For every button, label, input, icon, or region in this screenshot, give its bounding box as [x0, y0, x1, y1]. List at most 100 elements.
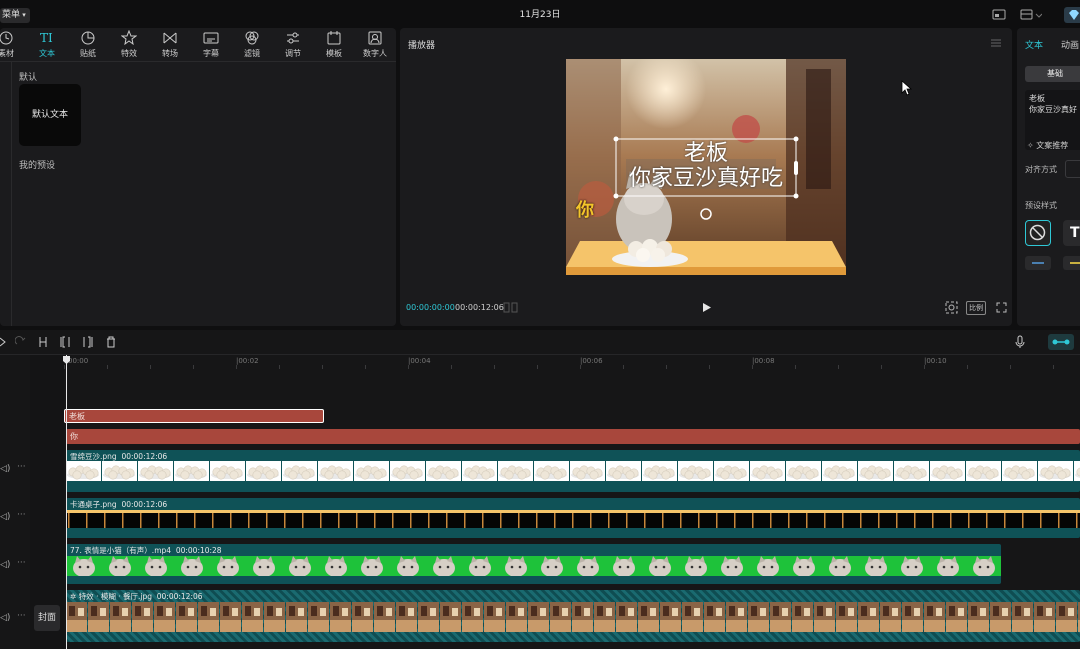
thumbnail [264, 602, 285, 632]
toolbar-item-template[interactable]: 模板 [314, 30, 354, 59]
preset-style-4[interactable] [1063, 256, 1080, 270]
delete-icon[interactable] [105, 336, 117, 348]
toolbar-item-transition[interactable]: 转场 [150, 30, 190, 59]
toolbar-item-adjust[interactable]: 调节 [273, 30, 313, 59]
audio-icon[interactable]: ◁) [0, 512, 10, 522]
toolbar-label: 文本 [39, 49, 55, 58]
vip-badge[interactable] [1064, 7, 1080, 23]
thumbnail [88, 602, 109, 632]
time-ruler[interactable]: 00:00 |00:02 |00:04 |00:06 |00:08 |00:10 [64, 355, 1080, 369]
thumbnail [748, 602, 769, 632]
snapshot-icon[interactable] [945, 301, 958, 314]
audio-icon[interactable]: ◁) [0, 560, 10, 570]
default-text-card[interactable]: 默认文本 [19, 84, 81, 146]
ruler-tick [64, 365, 65, 369]
thumbnail [814, 602, 835, 632]
thumbnail [194, 513, 196, 528]
thumbnail [374, 602, 395, 632]
sticker-icon [81, 31, 95, 45]
ruler-tick [193, 365, 194, 369]
menu-button[interactable]: 菜单 ▾ [0, 8, 30, 23]
section-presets-label: 我的预设 [19, 161, 56, 171]
side-caption: 你 [576, 200, 594, 221]
thumbnail [1038, 461, 1073, 481]
more-icon[interactable]: ··· [17, 611, 26, 621]
text-value-line-2: 你家豆沙真好 [1029, 105, 1077, 114]
split-right-icon[interactable] [82, 336, 94, 348]
clip-cat-video[interactable]: 77. 表情是小猫（有声）.mp4 00:00:10:28 [66, 544, 1001, 584]
ruler-tick [924, 365, 925, 369]
thumbnail [68, 513, 70, 528]
toolbar-item-avatar[interactable]: 数字人 [355, 30, 395, 59]
timecode-grid-icon[interactable] [503, 302, 519, 313]
media-icon [0, 31, 13, 45]
monitor-icon[interactable] [992, 9, 1006, 21]
select-tool-icon[interactable] [0, 337, 6, 347]
more-icon[interactable]: ··· [17, 558, 26, 568]
default-text-label: 默认文本 [31, 110, 68, 120]
thumbnail [446, 513, 448, 528]
ruler-tick [279, 365, 280, 369]
subtab-basic[interactable]: 基础 [1025, 66, 1080, 82]
thumbnail [1058, 513, 1060, 528]
tab-animation[interactable]: 动画 [1061, 38, 1079, 51]
magnet-toggle[interactable] [1048, 334, 1074, 350]
fullscreen-icon[interactable] [996, 302, 1007, 313]
thumbnail [1004, 513, 1006, 528]
ruler-tick-label: |00:08 [752, 357, 775, 365]
thumbnail [698, 513, 700, 528]
ratio-button[interactable]: 比例 [966, 301, 986, 315]
layout-icon[interactable] [1020, 9, 1042, 21]
align-select[interactable] [1065, 160, 1080, 178]
text-clip-laoban[interactable]: 老板 [64, 409, 324, 423]
ruler-tick-label: 00:00 [68, 357, 89, 365]
thumbnail [680, 513, 682, 528]
preview-canvas[interactable]: 老板 你家豆沙真好吃 你 [566, 59, 846, 275]
toolbar-item-effects[interactable]: 特效 [109, 30, 149, 59]
preset-none[interactable] [1025, 220, 1051, 246]
thumbnail [806, 513, 808, 528]
toolbar-item-filter[interactable]: 滤镜 [232, 30, 272, 59]
thumbnail [428, 513, 430, 528]
player-menu-icon[interactable] [990, 38, 1002, 48]
preset-style-t[interactable]: T [1063, 220, 1080, 246]
toolbar-label: 贴纸 [80, 49, 96, 58]
microphone-icon[interactable] [1015, 335, 1025, 349]
thumbnail [902, 602, 923, 632]
redo-icon[interactable] [15, 336, 27, 348]
more-icon[interactable]: ··· [17, 510, 26, 520]
play-icon[interactable] [702, 302, 712, 313]
toolbar-item-media[interactable]: 素材 [0, 30, 26, 59]
clip-restaurant-bg[interactable]: ✲ 特效 · 模糊 · 餐厅.jpg 00:00:12:06 [66, 590, 1080, 642]
adjust-icon [287, 32, 299, 44]
thumbnail [102, 461, 137, 481]
recommend-button[interactable]: ✧ 文案推荐 [1027, 140, 1068, 151]
playhead-handle-icon[interactable] [62, 355, 71, 365]
split-icon[interactable] [37, 336, 49, 348]
playhead[interactable] [66, 355, 67, 649]
ruler-tick [881, 365, 882, 369]
split-left-icon[interactable] [59, 336, 71, 348]
thumbnail [282, 461, 317, 481]
thumbnail [253, 556, 275, 576]
clip-douzha[interactable]: 雪绵豆沙.png 00:00:12:06 [66, 450, 1080, 492]
thumbnail [308, 602, 329, 632]
project-title: 11月23日 [519, 10, 561, 20]
toolbar-item-subtitle[interactable]: 字幕 [191, 30, 231, 59]
tab-text[interactable]: 文本 [1025, 38, 1043, 51]
toolbar-item-sticker[interactable]: 贴纸 [68, 30, 108, 59]
toolbar-item-text[interactable]: TI 文本 [27, 30, 67, 59]
more-icon[interactable]: ··· [17, 462, 26, 472]
audio-icon[interactable]: ◁) [0, 613, 10, 623]
clip-table[interactable]: 卡通桌子.png 00:00:12:06 [66, 498, 1080, 538]
text-clip-ni[interactable]: 你 [66, 429, 1080, 444]
time-current: 00:00:00:00 [406, 303, 455, 312]
thumbnail [714, 461, 749, 481]
ruler-tick [666, 365, 667, 369]
preset-style-3[interactable] [1025, 256, 1051, 270]
audio-icon[interactable]: ◁) [0, 464, 10, 474]
thumbnail [572, 513, 574, 528]
thumbnail [1034, 602, 1055, 632]
cover-button[interactable]: 封面 [34, 605, 60, 631]
thumbnail [822, 461, 857, 481]
